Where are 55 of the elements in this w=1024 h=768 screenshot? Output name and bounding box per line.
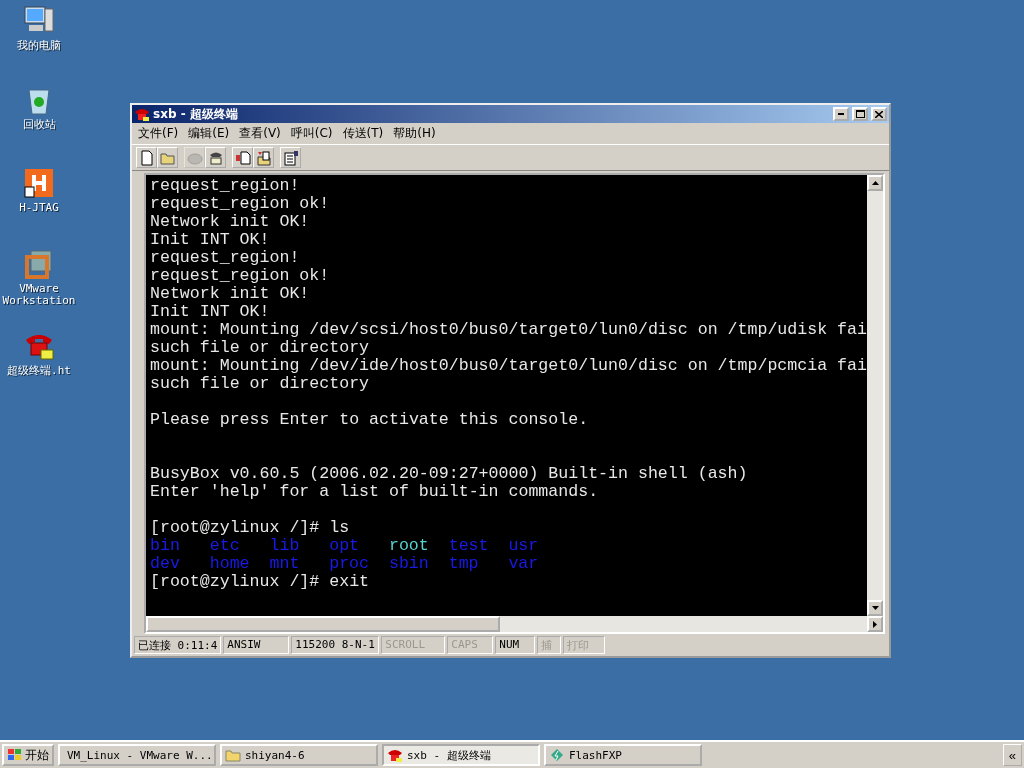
terminal-line: Network init OK! [150, 213, 310, 231]
terminal-line: Init INT OK! [150, 231, 270, 249]
status-field: CAPS [447, 636, 494, 654]
desktop-icon-label[interactable]: VMware Workstation [0, 283, 78, 307]
directory-name: tmp [448, 554, 479, 573]
start-button[interactable]: 开始 [2, 744, 54, 766]
desktop-icon-label[interactable]: 我的电脑 [17, 40, 61, 52]
terminal-line: [root@zylinux /]# ls [150, 519, 350, 537]
status-field: NUM [495, 636, 536, 654]
directory-name: sbin [388, 554, 429, 573]
terminal-line: Enter 'help' for a list of built-in commands. [150, 483, 599, 501]
terminal-line: request_region! [150, 249, 300, 267]
directory-name: opt [329, 536, 360, 555]
directory-name: etc [209, 536, 240, 555]
directory-name: usr [508, 536, 539, 555]
taskbar-button[interactable]: shiyan4-6 [220, 744, 378, 766]
directory-name: bin [150, 536, 180, 555]
terminal-line: Network init OK! [150, 285, 310, 303]
directory-name: lib [269, 536, 300, 555]
menu-item[interactable]: 传送(T) [342, 125, 384, 142]
desktop-icon-label[interactable]: 超级终端.ht [7, 365, 71, 377]
terminal-line: Please press Enter to activate this console. [150, 411, 589, 429]
status-field: SCROLL [381, 636, 446, 654]
menu-item[interactable]: 呼叫(C) [290, 125, 333, 142]
terminal-line: request_region! [150, 177, 300, 195]
directory-name: test [448, 536, 489, 555]
taskbar-button[interactable]: VM_Linux - VMware W... [58, 744, 216, 766]
desktop-icon-label[interactable]: H-JTAG [19, 202, 59, 214]
show-more-button[interactable]: « [1002, 744, 1022, 766]
directory-name: var [508, 554, 539, 573]
terminal-line: request_region ok! [150, 267, 330, 285]
terminal-line: mount: Mounting /dev/ide/host0/bus0/target0/lun0/disc on /tmp/pcmcia fai [150, 357, 867, 375]
directory-name: mnt [269, 554, 300, 573]
status-field: 已连接 0:11:4 [134, 636, 222, 654]
menu-item[interactable]: 帮助(H) [393, 125, 436, 142]
taskbar-button[interactable]: FlashFXP [544, 744, 702, 766]
menu-item[interactable]: 查看(V) [239, 125, 281, 142]
taskbar-button[interactable]: sxb - 超级终端 [382, 744, 540, 766]
status-field: ANSIW [223, 636, 290, 654]
desktop-icon-label[interactable]: 回收站 [22, 119, 56, 131]
terminal-line: such file or directory [150, 375, 370, 393]
terminal-line: BusyBox v0.60.5 (2006.02.20-09:27+0000) Built-in shell (ash) [150, 465, 748, 483]
directory-name: home [209, 554, 250, 573]
terminal-line: Init INT OK! [150, 303, 270, 321]
menu-item[interactable]: 编辑(E) [188, 125, 230, 142]
menu-item[interactable]: 文件(F) [138, 125, 179, 142]
terminal-line: such file or directory [150, 339, 370, 357]
directory-name: proc [329, 554, 370, 573]
status-field: 115200 8-N-1 [291, 636, 380, 654]
directory-name: root [388, 536, 429, 555]
terminal-line: request_region ok! [150, 195, 330, 213]
terminal-line: [root@zylinux /]# exit [150, 573, 370, 591]
terminal-line: mount: Mounting /dev/scsi/host0/bus0/target0/lun0/disc on /tmp/udisk fai [150, 321, 867, 339]
window-title: sxb - 超级终端 [153, 105, 239, 123]
directory-name: dev [150, 554, 180, 573]
